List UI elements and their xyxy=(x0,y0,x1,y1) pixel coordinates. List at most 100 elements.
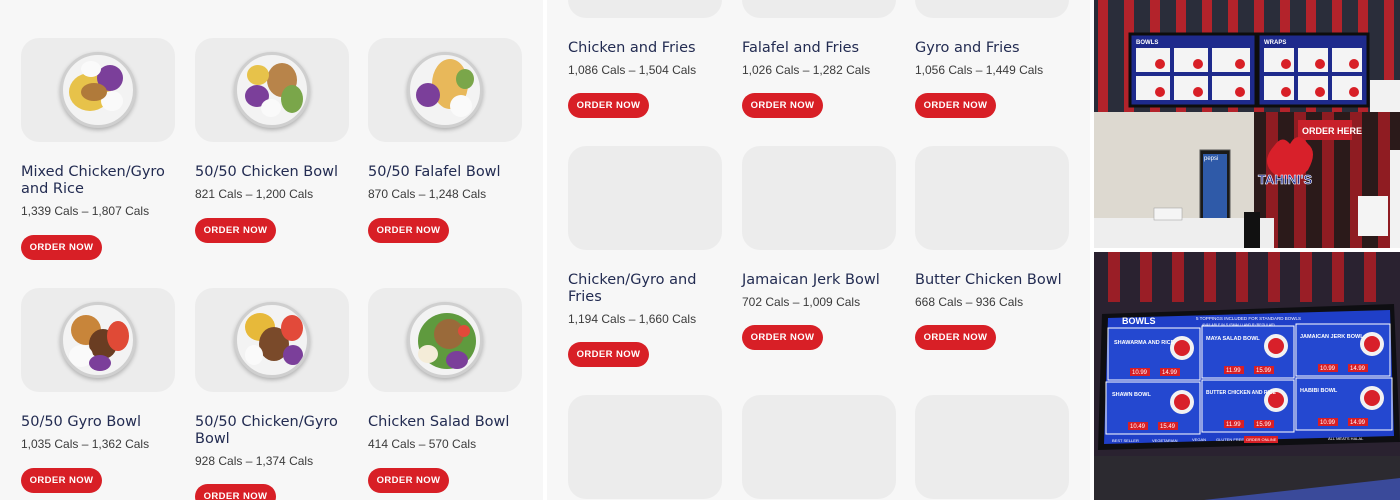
footer-legend: GLUTEN FREE xyxy=(1216,437,1244,442)
dish-image-placeholder[interactable] xyxy=(915,395,1069,499)
order-now-button[interactable]: ORDER NOW xyxy=(195,218,276,243)
item-title: 50/50 Falafel Bowl xyxy=(368,164,501,180)
dish-image[interactable] xyxy=(368,38,522,142)
dish-image[interactable] xyxy=(368,288,522,392)
menu-cell: BUTTER CHICKEN AND RICE 11.99 15.99 xyxy=(1201,379,1295,433)
bowl-photo xyxy=(60,302,136,378)
item-calories: 821 Cals – 1,200 Cals xyxy=(195,187,314,201)
order-now-button[interactable]: ORDER NOW xyxy=(568,342,649,367)
item-title: 50/50 Gyro Bowl xyxy=(21,414,142,430)
dish-image-placeholder[interactable] xyxy=(742,395,896,499)
board-right-label: WRAPS xyxy=(1264,40,1286,46)
menu-item-card[interactable]: Jamaican Jerk Bowl 702 Cals – 1,009 Cals… xyxy=(742,146,896,356)
menu-cell-name: BUTTER CHICKEN AND RICE xyxy=(1206,390,1276,396)
order-now-button[interactable]: ORDER NOW xyxy=(21,468,102,493)
dish-image-placeholder[interactable] xyxy=(568,0,722,18)
item-calories: 668 Cals – 936 Cals xyxy=(915,295,1024,309)
menu-cell-name: JAMAICAN JERK BOWL xyxy=(1300,334,1364,340)
menu-item-card[interactable]: 50/50 Falafel Bowl 870 Cals – 1,248 Cals… xyxy=(368,38,522,248)
footer-legend: ORDER ONLINE xyxy=(1246,437,1277,442)
order-here-sign: ORDER HERE xyxy=(1302,126,1362,136)
item-calories: 1,026 Cals – 1,282 Cals xyxy=(742,63,871,77)
order-now-button[interactable]: ORDER NOW xyxy=(368,468,449,493)
menu-cell-name: HABIBI BOWL xyxy=(1300,388,1338,394)
menu-item-card[interactable]: 50/50 Chicken Bowl 821 Cals – 1,200 Cals… xyxy=(195,38,349,248)
menu-item-card[interactable]: Chicken and Fries 1,086 Cals – 1,504 Cal… xyxy=(568,0,722,124)
storefront-photo[interactable]: BOWLS WRAPS ORDER HERE TAHINI'S pepsi xyxy=(1094,0,1400,248)
menu-item-card[interactable]: Mixed Chicken/Gyro and Rice 1,339 Cals –… xyxy=(21,38,175,263)
menu-board-illustration: 5 TOPPINGS INCLUDED FOR STANDARD BOWLS A… xyxy=(1094,252,1400,500)
item-title: Chicken Salad Bowl xyxy=(368,414,510,430)
menu-cell-price-s: 10.99 xyxy=(1320,420,1336,426)
menu-cell-price-s: 11.99 xyxy=(1226,422,1241,428)
item-title: Jamaican Jerk Bowl xyxy=(742,272,880,288)
item-title: Chicken/Gyro and Fries xyxy=(568,272,697,305)
order-now-button[interactable]: ORDER NOW xyxy=(21,235,102,260)
menu-banner: 5 TOPPINGS INCLUDED FOR STANDARD BOWLS xyxy=(1196,316,1301,321)
menu-cell-name: SHAWARMA AND RICE xyxy=(1114,340,1175,346)
order-now-button[interactable]: ORDER NOW xyxy=(915,93,996,118)
item-calories: 702 Cals – 1,009 Cals xyxy=(742,295,861,309)
menu-cell-price-r: 14.99 xyxy=(1350,420,1366,426)
dish-image-placeholder[interactable] xyxy=(742,146,896,250)
dish-image[interactable] xyxy=(195,38,349,142)
item-calories: 1,339 Cals – 1,807 Cals xyxy=(21,204,150,218)
menu-item-card[interactable] xyxy=(742,395,896,500)
bowl-photo xyxy=(60,52,136,128)
menu-cell: JAMAICAN JERK BOWL 10.99 14.99 xyxy=(1295,323,1391,377)
item-title: Gyro and Fries xyxy=(915,40,1020,56)
menu-item-card[interactable]: Butter Chicken Bowl 668 Cals – 936 Cals … xyxy=(915,146,1069,356)
item-title: Chicken and Fries xyxy=(568,40,696,56)
item-calories: 870 Cals – 1,248 Cals xyxy=(368,187,487,201)
menu-cell-price-r: 15.49 xyxy=(1160,424,1176,430)
item-calories: 1,086 Cals – 1,504 Cals xyxy=(568,63,697,77)
item-title: Falafel and Fries xyxy=(742,40,860,56)
order-now-button[interactable]: ORDER NOW xyxy=(742,93,823,118)
footer-legend: VEGAN xyxy=(1192,437,1206,442)
dish-image-placeholder[interactable] xyxy=(742,0,896,18)
menu-cell-price-r: 14.99 xyxy=(1350,366,1366,372)
storefront-illustration: BOWLS WRAPS ORDER HERE TAHINI'S pepsi xyxy=(1094,0,1400,248)
menu-cell: HABIBI BOWL 10.99 14.99 xyxy=(1295,377,1393,431)
dish-image-placeholder[interactable] xyxy=(915,0,1069,18)
item-calories: 1,194 Cals – 1,660 Cals xyxy=(568,312,697,326)
dish-image[interactable] xyxy=(21,38,175,142)
menu-panel-middle: Chicken and Fries 1,086 Cals – 1,504 Cal… xyxy=(547,0,1090,500)
menu-item-card[interactable]: Chicken Salad Bowl 414 Cals – 570 Cals O… xyxy=(368,288,522,500)
menu-item-card[interactable]: Gyro and Fries 1,056 Cals – 1,449 Cals O… xyxy=(915,0,1069,124)
menu-item-card[interactable]: Falafel and Fries 1,026 Cals – 1,282 Cal… xyxy=(742,0,896,124)
menu-panel-left: Mixed Chicken/Gyro and Rice 1,339 Cals –… xyxy=(0,0,543,500)
dish-image-placeholder[interactable] xyxy=(915,146,1069,250)
bowl-photo xyxy=(234,52,310,128)
item-title: 50/50 Chicken Bowl xyxy=(195,164,339,180)
dish-image-placeholder[interactable] xyxy=(568,146,722,250)
menu-cell-name: SHAWN BOWL xyxy=(1112,392,1151,398)
menu-item-card[interactable]: 50/50 Gyro Bowl 1,035 Cals – 1,362 Cals … xyxy=(21,288,175,500)
order-now-button[interactable]: ORDER NOW xyxy=(368,218,449,243)
footer-legend: ALL MEATS HALAL xyxy=(1328,436,1364,441)
menu-cell-name: MAYA SALAD BOWL xyxy=(1206,336,1260,342)
menu-item-card[interactable] xyxy=(568,395,722,500)
item-title: 50/50 Chicken/Gyro Bowl xyxy=(195,414,338,447)
dish-image[interactable] xyxy=(21,288,175,392)
menu-cell-price-r: 15.99 xyxy=(1256,422,1272,428)
order-now-button[interactable]: ORDER NOW xyxy=(915,325,996,350)
dish-image[interactable] xyxy=(195,288,349,392)
item-title: Mixed Chicken/Gyro and Rice xyxy=(21,164,165,197)
menu-cell: SHAWN BOWL 10.49 15.49 xyxy=(1105,381,1201,435)
menu-item-card[interactable] xyxy=(915,395,1069,500)
order-now-button[interactable]: ORDER NOW xyxy=(568,93,649,118)
menu-cell-price-r: 14.99 xyxy=(1162,370,1178,376)
menu-board-photo[interactable]: 5 TOPPINGS INCLUDED FOR STANDARD BOWLS A… xyxy=(1094,252,1400,500)
menu-item-card[interactable]: 50/50 Chicken/Gyro Bowl 928 Cals – 1,374… xyxy=(195,288,349,500)
footer-legend: VEGETARIAN xyxy=(1152,438,1178,443)
item-title: Butter Chicken Bowl xyxy=(915,272,1062,288)
order-now-button[interactable]: ORDER NOW xyxy=(742,325,823,350)
menu-cell-price-s: 10.49 xyxy=(1130,424,1146,430)
menu-item-card[interactable]: Chicken/Gyro and Fries 1,194 Cals – 1,66… xyxy=(568,146,722,371)
menu-board-header: BOWLS xyxy=(1122,316,1156,326)
item-calories: 1,035 Cals – 1,362 Cals xyxy=(21,437,150,451)
dish-image-placeholder[interactable] xyxy=(568,395,722,499)
order-now-button[interactable]: ORDER NOW xyxy=(195,484,276,500)
menu-cell-price-s: 10.99 xyxy=(1320,366,1336,372)
